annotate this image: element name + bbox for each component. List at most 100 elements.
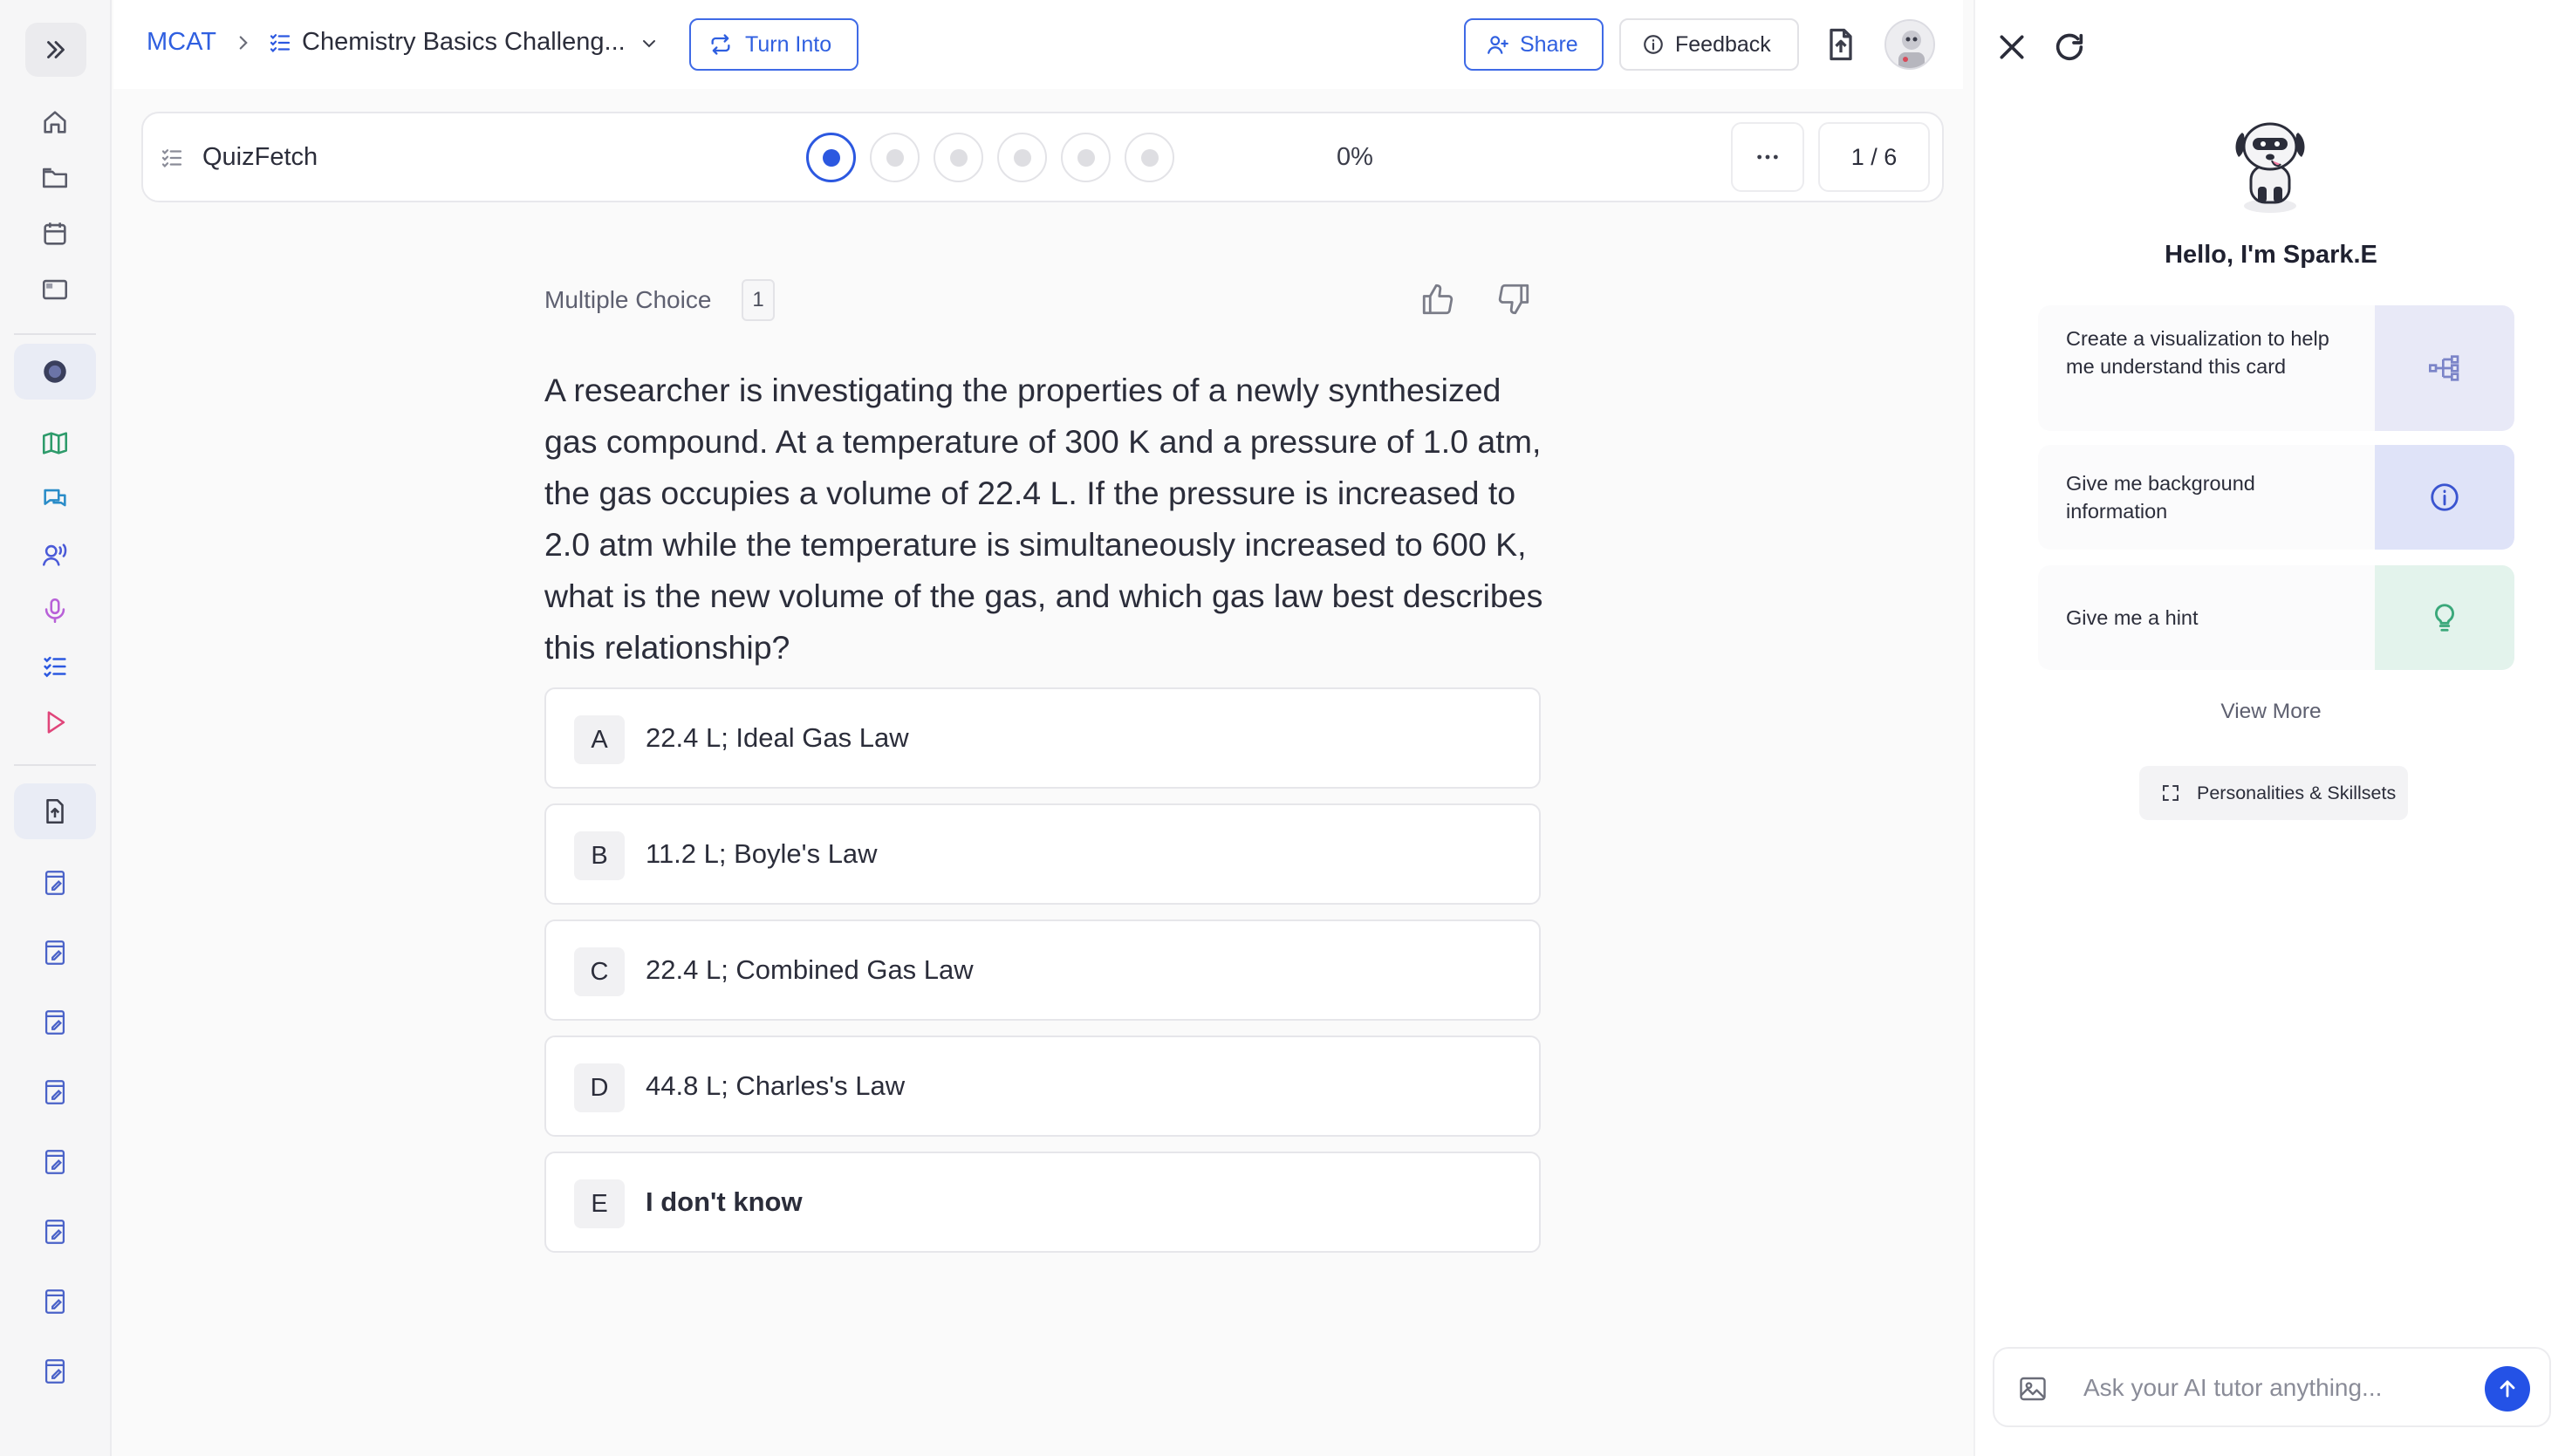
option-text: 11.2 L; Boyle's Law <box>646 838 878 869</box>
sidebar-item-document[interactable] <box>14 1064 96 1120</box>
sidebar-divider <box>14 333 96 335</box>
sidebar-item-upload[interactable] <box>14 783 96 839</box>
top-bar: MCAT Chemistry Basics Challeng... Turn I… <box>113 0 1963 89</box>
arrow-up-icon <box>2500 1380 2515 1398</box>
sidebar-divider <box>14 764 96 766</box>
option-letter: D <box>574 1063 625 1112</box>
sidebar-item-document[interactable] <box>14 1343 96 1399</box>
ai-tutor-panel: Hello, I'm Spark.E Create a visualizatio… <box>1973 0 2565 1456</box>
personalities-label: Personalities & Skillsets <box>2197 782 2397 803</box>
send-button[interactable] <box>2485 1366 2530 1412</box>
checklist-icon <box>44 656 66 678</box>
close-icon[interactable] <box>1994 30 2029 65</box>
sidebar-item-document[interactable] <box>14 1204 96 1260</box>
question-counter: 1 / 6 <box>1818 122 1930 192</box>
progress-dot-4[interactable] <box>997 133 1047 182</box>
question-text: A researcher is investigating the proper… <box>544 372 1543 666</box>
suggestion-icon-tile <box>2375 305 2514 431</box>
left-sidebar <box>0 0 112 1456</box>
progress-dot-6[interactable] <box>1125 133 1174 182</box>
sidebar-item-chat[interactable] <box>14 471 96 527</box>
user-avatar[interactable] <box>1884 19 1935 70</box>
document-edit-icon <box>44 1289 65 1314</box>
checklist-icon <box>270 34 291 52</box>
lightbulb-icon <box>2435 604 2454 632</box>
more-options-button[interactable] <box>1731 122 1804 192</box>
file-upload-icon <box>46 798 64 824</box>
answer-option-e[interactable]: E I don't know <box>544 1152 1541 1253</box>
sidebar-item-document[interactable] <box>14 855 96 911</box>
sidebar-item-document[interactable] <box>14 1134 96 1190</box>
map-icon <box>42 432 68 455</box>
progress-dot-fill <box>1140 148 1159 167</box>
sidebar-item-calendar[interactable] <box>14 206 96 262</box>
progress-dot-3[interactable] <box>934 133 983 182</box>
image-attach-icon[interactable] <box>2017 1373 2049 1405</box>
answer-option-a[interactable]: A 22.4 L; Ideal Gas Law <box>544 687 1541 789</box>
document-edit-icon <box>44 940 65 965</box>
expand-sidebar-button[interactable] <box>25 23 86 77</box>
sidebar-item-voice-tutor[interactable] <box>14 527 96 583</box>
sidebar-item-home[interactable] <box>14 94 96 150</box>
sidebar-item-folders[interactable] <box>14 150 96 206</box>
view-more-link[interactable]: View More <box>1975 700 2565 724</box>
suggestion-text: Give me background information <box>2066 472 2255 523</box>
document-edit-icon <box>44 1359 65 1384</box>
progress-dot-fill <box>949 148 968 167</box>
refresh-icon[interactable] <box>2052 30 2087 65</box>
document-edit-icon <box>44 1150 65 1174</box>
answer-option-b[interactable]: B 11.2 L; Boyle's Law <box>544 803 1541 905</box>
export-file-icon[interactable] <box>1822 24 1860 65</box>
share-button[interactable]: Share <box>1464 18 1604 71</box>
convert-icon <box>711 34 730 55</box>
suggestion-visualization[interactable]: Create a visualization to help me unders… <box>2038 305 2514 431</box>
info-icon <box>1644 35 1663 54</box>
option-letter: C <box>574 947 625 996</box>
progress-dot-5[interactable] <box>1061 133 1111 182</box>
suggestion-text: Give me a hint <box>2066 606 2199 629</box>
expand-icon <box>2163 785 2179 801</box>
answer-option-d[interactable]: D 44.8 L; Charles's Law <box>544 1036 1541 1137</box>
progress-dot-1[interactable] <box>806 133 856 182</box>
speaking-person-icon <box>42 543 67 566</box>
suggestion-background-info[interactable]: Give me background information <box>2038 445 2514 550</box>
ai-tutor-input[interactable] <box>2083 1366 2467 1410</box>
calendar-icon <box>44 222 66 245</box>
ellipsis-icon <box>1757 154 1778 160</box>
sidebar-item-document[interactable] <box>14 1274 96 1330</box>
option-letter: A <box>574 715 625 764</box>
sidebar-item-record[interactable] <box>14 583 96 639</box>
sidebar-item-document[interactable] <box>14 995 96 1050</box>
sidebar-item-map[interactable] <box>14 415 96 471</box>
question-number-badge: 1 <box>742 279 775 321</box>
personalities-skillsets-button[interactable]: Personalities & Skillsets <box>2139 766 2408 820</box>
suggestion-icon-tile <box>2375 565 2514 670</box>
chevron-down-icon[interactable] <box>639 33 660 54</box>
turn-into-button[interactable]: Turn Into <box>689 18 858 71</box>
turn-into-label: Turn Into <box>745 31 832 57</box>
sidebar-item-document[interactable] <box>14 925 96 981</box>
feedback-button[interactable]: Feedback <box>1619 18 1799 71</box>
quiz-title: QuizFetch <box>202 143 318 171</box>
option-text: I don't know <box>646 1186 803 1217</box>
home-icon <box>44 111 66 133</box>
ai-orb-icon <box>44 360 66 383</box>
sidebar-item-browser[interactable] <box>14 262 96 318</box>
answer-option-c[interactable]: C 22.4 L; Combined Gas Law <box>544 919 1541 1021</box>
breadcrumb-title[interactable]: Chemistry Basics Challeng... <box>302 28 626 57</box>
thumbs-up-icon[interactable] <box>1419 281 1456 318</box>
chat-bubbles-icon <box>44 489 66 507</box>
suggestion-text: Create a visualization to help me unders… <box>2066 327 2329 378</box>
window-icon <box>42 279 68 300</box>
sidebar-item-video[interactable] <box>14 694 96 750</box>
question-progress-dots <box>806 133 1174 182</box>
microphone-icon <box>44 598 65 624</box>
suggestion-icon-tile <box>2375 445 2514 550</box>
progress-percent: 0% <box>1337 143 1373 171</box>
thumbs-down-icon[interactable] <box>1495 281 1532 318</box>
progress-dot-2[interactable] <box>870 133 920 182</box>
sidebar-item-ai[interactable] <box>14 344 96 400</box>
sidebar-item-quizzes[interactable] <box>14 639 96 694</box>
suggestion-hint[interactable]: Give me a hint <box>2038 565 2514 670</box>
breadcrumb-root-link[interactable]: MCAT <box>147 28 216 57</box>
